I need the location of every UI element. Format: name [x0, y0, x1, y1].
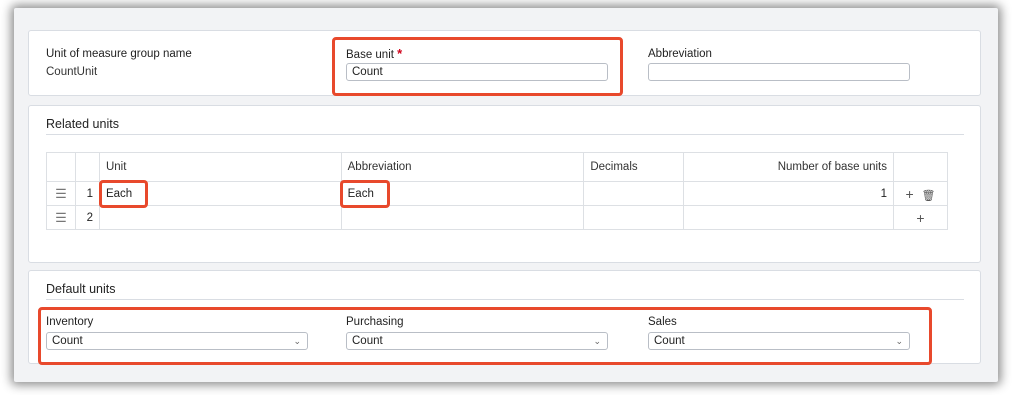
- default-units-divider: [46, 299, 964, 300]
- base-units-cell[interactable]: [683, 205, 894, 230]
- abbreviation-column-header: Abbreviation: [340, 152, 585, 182]
- related-units-divider: [46, 134, 964, 135]
- abbreviation-cell[interactable]: [340, 205, 585, 230]
- purchasing-label: Purchasing: [346, 316, 404, 328]
- sales-label: Sales: [648, 316, 677, 328]
- default-units-panel: Default units Inventory Count ⌄ Purchasi…: [28, 270, 981, 364]
- chevron-down-icon: ⌄: [293, 336, 301, 346]
- sales-select[interactable]: Count ⌄: [648, 332, 910, 350]
- table-row: ☰ 1 Each Each 1 + 🗑: [46, 181, 948, 206]
- handle-column-header: [46, 152, 76, 182]
- base-unit-label: Base unit *: [346, 46, 402, 61]
- group-name-label: Unit of measure group name: [46, 48, 192, 60]
- drag-handle-icon[interactable]: ☰: [46, 205, 76, 230]
- row-index: 1: [74, 181, 100, 206]
- add-row-icon[interactable]: +: [905, 186, 913, 202]
- row-index: 2: [74, 205, 100, 230]
- row-actions: + 🗑: [893, 181, 948, 206]
- sales-select-value: Count: [654, 335, 685, 347]
- header-panel: Unit of measure group name CountUnit Bas…: [28, 30, 981, 96]
- decimals-cell[interactable]: [583, 181, 685, 206]
- related-units-title: Related units: [46, 117, 119, 131]
- row-actions: +: [893, 205, 948, 230]
- group-name-value: CountUnit: [46, 66, 98, 78]
- index-column-header: [74, 152, 100, 182]
- base-unit-input[interactable]: Count: [346, 63, 608, 81]
- inventory-label: Inventory: [46, 316, 94, 328]
- delete-row-icon[interactable]: 🗑: [922, 190, 936, 202]
- related-units-table: Unit Abbreviation Decimals Number of bas…: [46, 152, 948, 230]
- abbreviation-cell[interactable]: Each: [340, 181, 585, 206]
- app-frame: Unit of measure group name CountUnit Bas…: [14, 8, 998, 382]
- base-units-cell[interactable]: 1: [683, 181, 894, 206]
- related-units-panel: Related units Unit Abbreviation Decimals…: [28, 105, 981, 263]
- inventory-select-value: Count: [52, 335, 83, 347]
- decimals-column-header: Decimals: [583, 152, 685, 182]
- table-row: ☰ 2 +: [46, 205, 948, 230]
- add-row-icon[interactable]: +: [916, 210, 924, 226]
- base-units-column-header: Number of base units: [683, 152, 894, 182]
- unit-cell[interactable]: [98, 205, 342, 230]
- unit-column-header: Unit: [98, 152, 342, 182]
- abbreviation-label: Abbreviation: [648, 48, 712, 60]
- actions-column-header: [893, 152, 948, 182]
- purchasing-select-value: Count: [352, 335, 383, 347]
- base-unit-label-text: Base unit: [346, 49, 394, 61]
- table-header-row: Unit Abbreviation Decimals Number of bas…: [46, 152, 948, 182]
- abbreviation-input[interactable]: [648, 63, 910, 81]
- default-units-title: Default units: [46, 282, 116, 296]
- drag-handle-icon[interactable]: ☰: [46, 181, 76, 206]
- chevron-down-icon: ⌄: [895, 336, 903, 346]
- required-marker: *: [397, 46, 403, 61]
- decimals-cell[interactable]: [583, 205, 685, 230]
- inventory-select[interactable]: Count ⌄: [46, 332, 308, 350]
- purchasing-select[interactable]: Count ⌄: [346, 332, 608, 350]
- unit-cell[interactable]: Each: [98, 181, 342, 206]
- chevron-down-icon: ⌄: [593, 336, 601, 346]
